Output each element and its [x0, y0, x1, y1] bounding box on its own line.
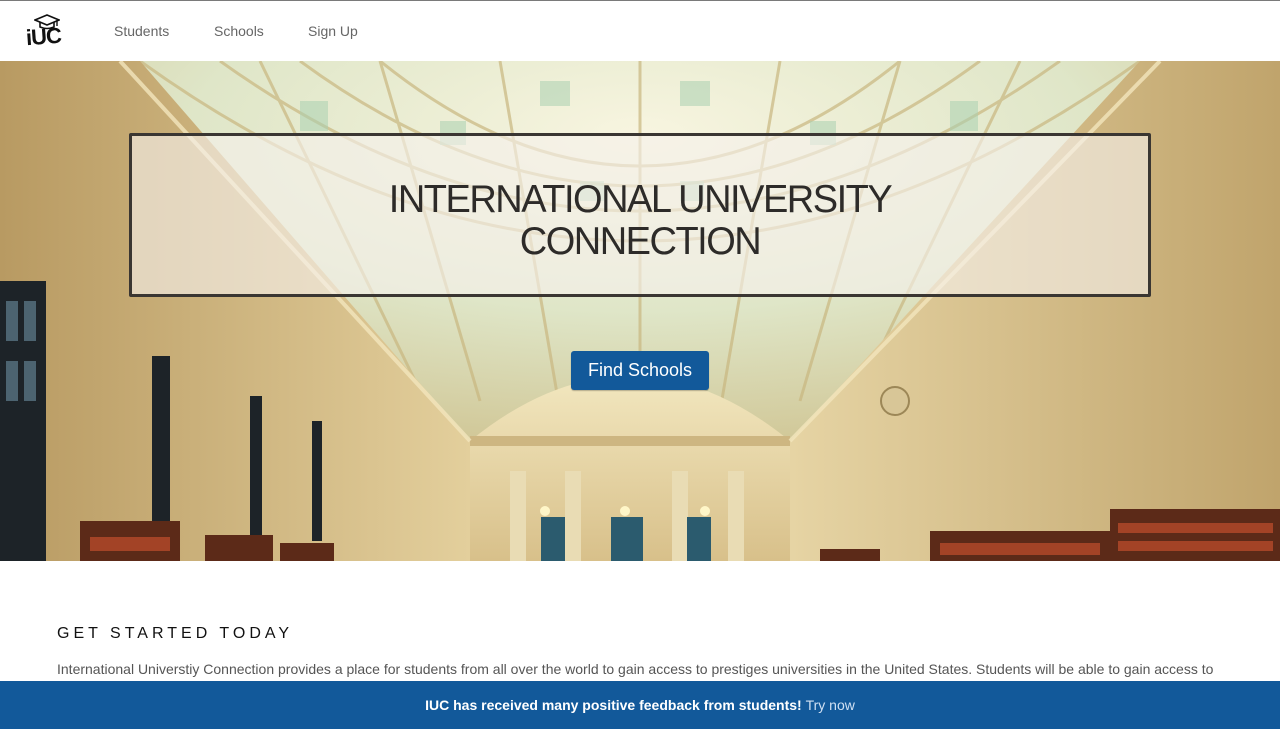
top-navbar: iUC Students Schools Sign Up: [0, 0, 1280, 61]
hero-title-line-2: CONNECTION: [519, 220, 762, 264]
try-now-link[interactable]: Try now: [806, 697, 855, 713]
banner-content: IUC has received many positive feedback …: [425, 697, 855, 713]
logo-text: iUC: [25, 22, 62, 51]
iuc-logo[interactable]: iUC: [24, 14, 70, 51]
banner-message: IUC has received many positive feedback …: [425, 697, 806, 713]
nav-link-schools[interactable]: Schools: [214, 23, 264, 39]
feedback-banner: IUC has received many positive feedback …: [0, 681, 1280, 729]
hero-title-box: INTERNATIONAL UNIVERSITY CONNECTION: [129, 133, 1151, 297]
nav-link-students[interactable]: Students: [114, 23, 169, 39]
nav-link-sign-up[interactable]: Sign Up: [308, 23, 358, 39]
get-started-heading: GET STARTED TODAY: [57, 625, 294, 642]
get-started-text: International Universtiy Connection prov…: [57, 661, 1214, 677]
find-schools-button[interactable]: Find Schools: [571, 351, 709, 390]
hero-section: INTERNATIONAL UNIVERSITY CONNECTION Find…: [0, 61, 1280, 561]
